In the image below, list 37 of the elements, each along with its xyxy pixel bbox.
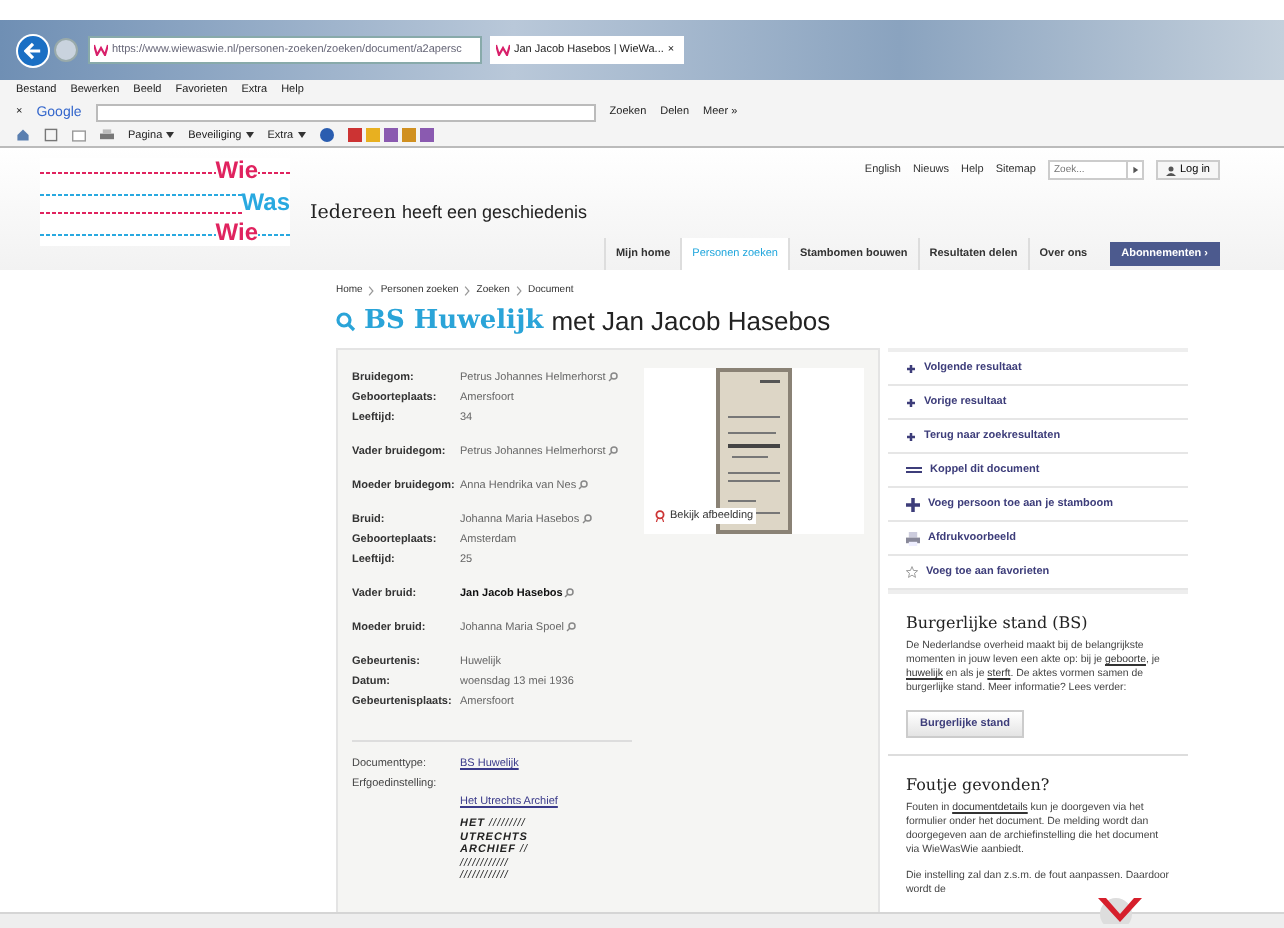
plus-icon (906, 431, 916, 441)
section-heading: Foutje gevonden? (906, 776, 1052, 794)
back-button[interactable] (16, 33, 50, 67)
caret-icon (245, 132, 254, 138)
forward-button[interactable] (54, 38, 78, 62)
search-icon (336, 311, 356, 331)
section-heading: Burgerlijke stand (BS) (906, 614, 1090, 632)
plus-icon (906, 497, 920, 511)
caret-icon (166, 132, 175, 138)
chevron-icon (464, 285, 471, 295)
search-icon[interactable] (578, 480, 589, 490)
caret-icon (297, 132, 306, 138)
printer-icon (906, 531, 920, 545)
site-logo[interactable]: Wie Was Wie (40, 158, 290, 246)
link-icon (906, 466, 922, 474)
search-icon[interactable] (564, 588, 575, 598)
chevron-icon (368, 285, 375, 295)
home-icon[interactable] (16, 128, 30, 142)
page-title: met Jan Jacob Hasebos (551, 306, 831, 336)
star-icon (906, 566, 918, 578)
user-icon (1166, 165, 1176, 175)
chevron-icon (515, 285, 522, 295)
help-icon[interactable] (319, 128, 334, 142)
search-go-icon[interactable] (1128, 160, 1144, 180)
site-icon (496, 44, 510, 56)
search-icon[interactable] (565, 622, 576, 632)
site-icon (94, 44, 108, 56)
plus-icon (906, 397, 916, 407)
search-icon[interactable] (607, 372, 618, 382)
tagline: Iedereen heeft een geschiedenis (310, 202, 590, 224)
search-icon[interactable] (607, 446, 618, 456)
search-icon[interactable] (581, 514, 592, 524)
printer-icon[interactable] (100, 128, 114, 142)
arrow-left-icon (24, 41, 42, 59)
plus-icon (906, 363, 916, 373)
record-type: BS Huwelijk (364, 306, 544, 336)
search-field[interactable] (95, 103, 596, 121)
